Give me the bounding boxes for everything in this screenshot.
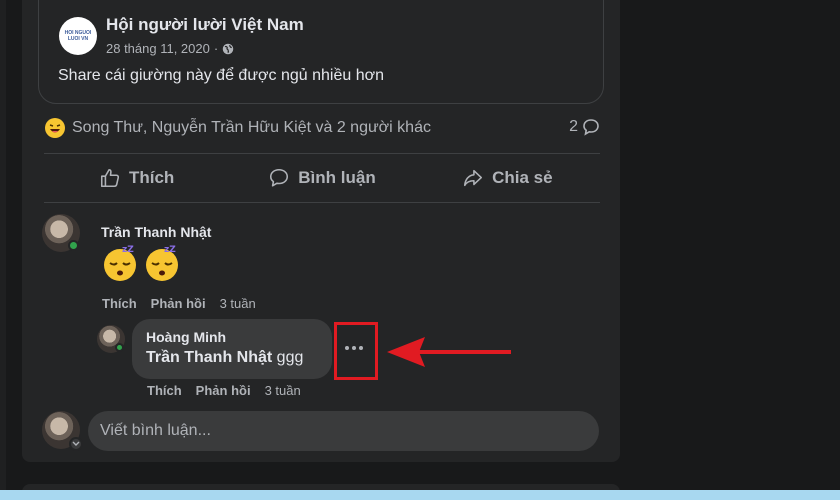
bottom-frame-bar — [0, 490, 840, 500]
red-arrow-icon — [387, 337, 511, 367]
haha-reaction-icon[interactable] — [44, 117, 66, 139]
online-status-dot — [115, 343, 124, 352]
reply-author[interactable]: Hoàng Minh — [146, 329, 226, 345]
post-card: HOI NGUOI LUOI VN Hội người lười Việt Nam… — [22, 0, 620, 462]
left-column-edge — [0, 0, 6, 500]
svg-text:zZ: zZ — [122, 245, 134, 255]
chevron-down-icon[interactable] — [69, 437, 83, 451]
comment-reply-link[interactable]: Phản hồi — [151, 296, 206, 311]
post-actions: Thích Bình luận Chia sẻ — [44, 158, 600, 198]
reply-text-body: ggg — [272, 349, 304, 366]
reply-meta: Thích Phản hồi 3 tuần — [147, 383, 301, 398]
comment-like-link[interactable]: Thích — [102, 296, 137, 311]
chevron-glyph — [72, 441, 80, 446]
svg-text:zZ: zZ — [164, 245, 176, 255]
comment-count[interactable]: 2 — [569, 118, 600, 136]
thumbs-up-icon — [100, 168, 120, 188]
divider-top — [44, 153, 600, 154]
comment-body: zZ zZ — [100, 243, 182, 283]
comment-icon — [270, 168, 289, 187]
comment-label: Bình luận — [298, 168, 376, 187]
comment-count-value: 2 — [569, 118, 578, 135]
share-button[interactable]: Chia sẻ — [415, 158, 600, 198]
post-meta: 28 tháng 11, 2020 · — [106, 41, 234, 56]
page-logo: HOI NGUOI LUOI VN — [64, 30, 92, 42]
shared-post[interactable]: HOI NGUOI LUOI VN Hội người lười Việt Nam… — [38, 0, 604, 104]
reply-like-link[interactable]: Thích — [147, 383, 182, 398]
write-comment-placeholder: Viết bình luận... — [100, 422, 211, 439]
reaction-names[interactable]: Song Thư, Nguyễn Trần Hữu Kiệt và 2 ngườ… — [72, 119, 431, 137]
post-date[interactable]: 28 tháng 11, 2020 — [106, 41, 210, 56]
reply-mention[interactable]: Trần Thanh Nhật — [146, 349, 272, 366]
write-comment-input[interactable]: Viết bình luận... — [88, 411, 599, 451]
highlight-box — [334, 322, 378, 380]
share-label: Chia sẻ — [492, 168, 553, 187]
globe-icon — [222, 43, 234, 54]
comment-time[interactable]: 3 tuần — [220, 296, 256, 311]
reply-reply-link[interactable]: Phản hồi — [196, 383, 251, 398]
page-avatar[interactable]: HOI NGUOI LUOI VN — [59, 17, 97, 55]
reply-text: Trần Thanh Nhật ggg — [146, 349, 303, 367]
like-label: Thích — [128, 168, 175, 187]
shared-post-text: Share cái giường này để được ngủ nhiều h… — [58, 67, 384, 84]
comment-button[interactable]: Bình luận — [229, 158, 414, 198]
sleeping-face-icon: zZ — [146, 245, 178, 281]
share-arrow-icon — [464, 169, 483, 187]
reactions-row: Song Thư, Nguyễn Trần Hữu Kiệt và 2 ngườ… — [44, 117, 600, 141]
reply-bubble: Hoàng Minh Trần Thanh Nhật ggg — [132, 319, 332, 379]
online-status-dot — [68, 240, 79, 251]
comment-author[interactable]: Trần Thanh Nhật — [101, 224, 211, 240]
meta-separator: · — [213, 41, 219, 56]
comment-bubble-icon — [583, 119, 599, 136]
page-name[interactable]: Hội người lười Việt Nam — [106, 15, 304, 35]
divider-bottom — [44, 202, 600, 203]
comment-meta: Thích Phản hồi 3 tuần — [102, 296, 256, 311]
reply-time[interactable]: 3 tuần — [265, 383, 301, 398]
like-button[interactable]: Thích — [44, 158, 229, 198]
sleeping-face-icon: zZ — [104, 245, 136, 281]
